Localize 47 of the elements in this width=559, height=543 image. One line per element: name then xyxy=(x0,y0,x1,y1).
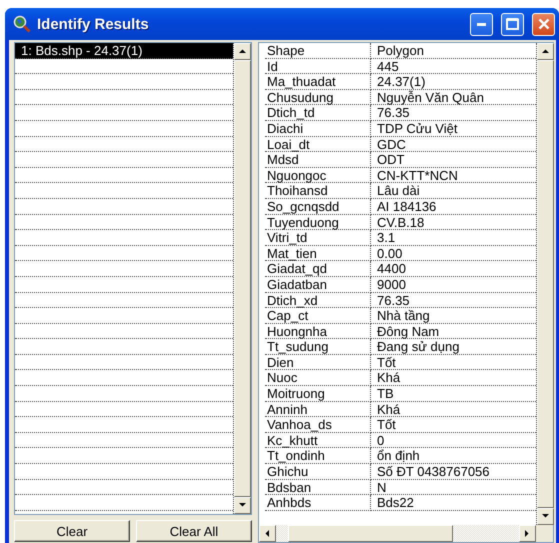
field-name: Anninh xyxy=(265,402,371,418)
close-button[interactable] xyxy=(532,12,555,36)
field-name: Mat_tien xyxy=(265,246,371,262)
field-name: Ma_thuadat xyxy=(265,74,371,90)
minimize-icon xyxy=(477,22,486,26)
field-name: Huongnha xyxy=(265,324,371,340)
arrow-icon xyxy=(238,47,247,56)
horizontal-scrollbar[interactable] xyxy=(259,525,536,542)
field-name: Giadatban xyxy=(265,276,371,292)
window-title: Identify Results xyxy=(37,16,150,32)
arrow-icon xyxy=(263,529,272,538)
field-name: Shape xyxy=(265,43,371,59)
result-item[interactable]: 1: Bds.shp - 24.37(1) xyxy=(15,43,233,59)
field-name: Cap_ct xyxy=(265,308,371,324)
minimize-button[interactable] xyxy=(470,12,493,36)
field-name: Tuyenduong xyxy=(265,214,371,230)
close-icon xyxy=(538,18,550,30)
maximize-icon xyxy=(506,18,519,30)
field-name: Kc_khutt xyxy=(265,432,371,448)
field-name: Tt_ondinh xyxy=(265,448,371,464)
vertical-scrollbar[interactable] xyxy=(536,43,554,525)
field-name: Nuoc xyxy=(265,370,371,386)
field-name: Mdsd xyxy=(265,152,371,168)
field-name: Vitri_td xyxy=(265,230,371,246)
field-name: Vanhoa_ds xyxy=(265,417,371,433)
clear-button[interactable]: Clear xyxy=(14,520,130,542)
field-name: So_gcnqsdd xyxy=(265,198,371,215)
field-name: Nguongoc xyxy=(265,168,371,184)
field-name: Giadat_qd xyxy=(265,261,371,277)
field-name: Anhbds xyxy=(265,495,371,511)
field-name: Dtich_xd xyxy=(265,292,371,308)
field-name: Dtich_td xyxy=(265,105,371,121)
field-name: Moitruong xyxy=(265,386,371,402)
field-name: Thoihansd xyxy=(265,183,371,199)
maximize-button[interactable] xyxy=(501,12,524,36)
vertical-scrollbar[interactable] xyxy=(233,43,251,514)
field-name: Chusudung xyxy=(265,90,371,106)
field-name: Dien xyxy=(265,354,371,370)
field-name: Diachi xyxy=(265,120,371,137)
field-name: Loai_dt xyxy=(265,136,371,152)
field-name: Id xyxy=(265,58,371,74)
field-name: Ghichu xyxy=(265,464,371,480)
arrow-icon xyxy=(541,47,550,56)
field-name: Bdsban xyxy=(265,480,371,496)
globe-magnifier-icon xyxy=(13,15,31,33)
field-name: Tt_sudung xyxy=(265,339,371,355)
clear-all-button[interactable]: Clear All xyxy=(136,520,252,542)
